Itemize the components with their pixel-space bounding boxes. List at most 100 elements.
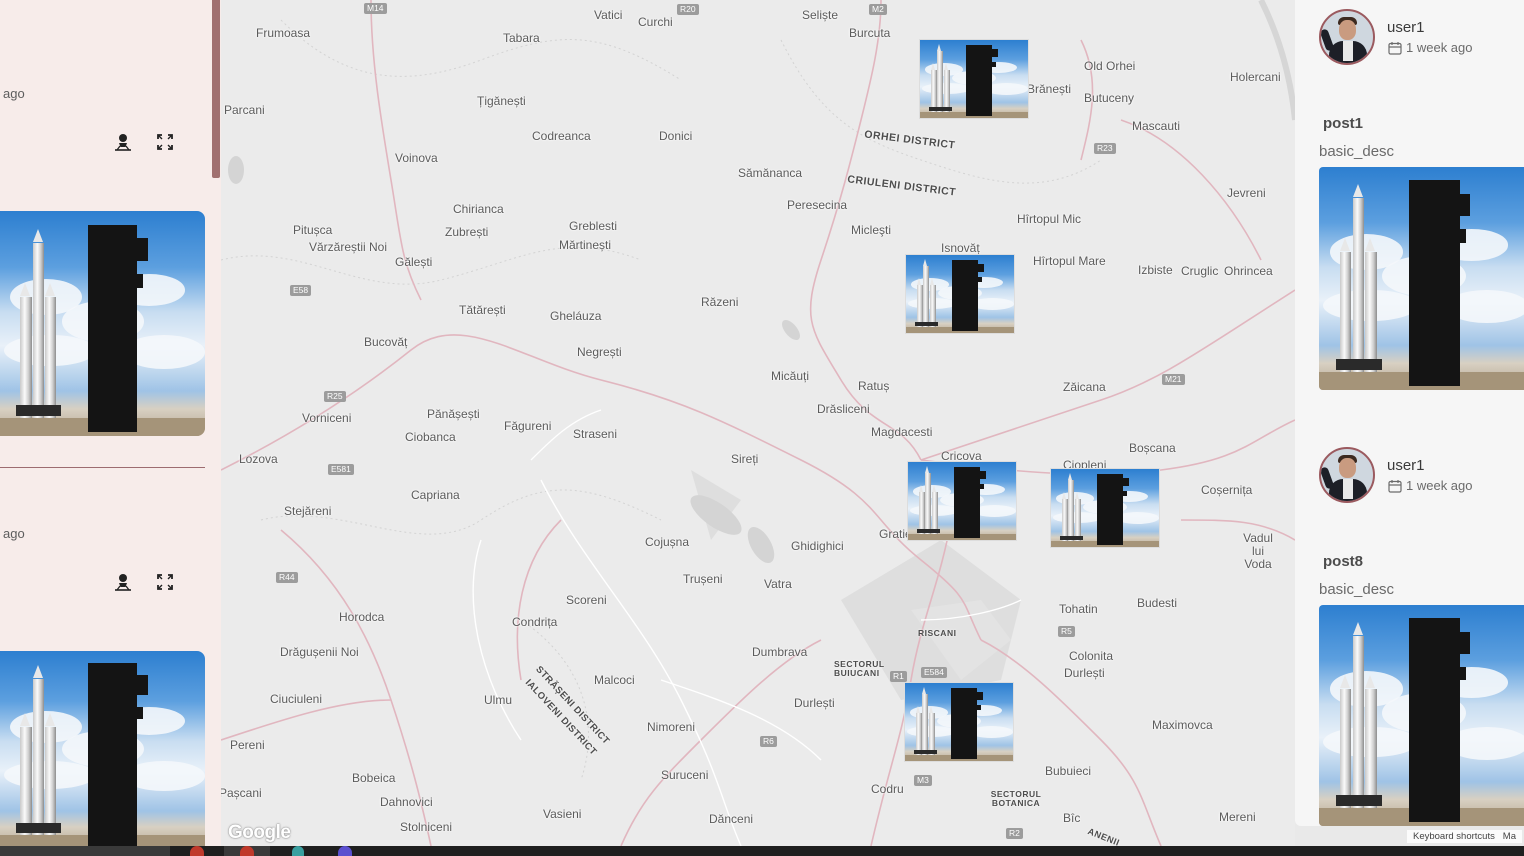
person-pin-icon xyxy=(115,134,131,151)
place-label: Voinova xyxy=(395,151,438,165)
place-label: Mărtinești xyxy=(559,238,612,252)
post-description: basic_desc xyxy=(1319,143,1395,160)
place-label: Scoreni xyxy=(566,593,607,607)
place-label: Straseni xyxy=(573,427,618,441)
map-data-link[interactable]: Ma xyxy=(1503,831,1516,842)
google-logo: Google xyxy=(228,822,291,843)
taskbar-app-icon[interactable] xyxy=(240,846,254,856)
post-image[interactable] xyxy=(0,651,205,846)
place-label: Zubrești xyxy=(445,225,489,239)
calendar-icon xyxy=(1388,479,1402,493)
taskbar-item[interactable] xyxy=(0,846,170,856)
place-label: Pitușca xyxy=(293,223,333,237)
username[interactable]: user1 xyxy=(1387,457,1425,474)
place-label: Durlești xyxy=(794,696,835,710)
photo-marker[interactable] xyxy=(905,254,1015,334)
place-label: Old Orhei xyxy=(1084,59,1136,73)
place-label: Lozova xyxy=(239,452,278,466)
rocket-photo xyxy=(1319,605,1524,826)
right-post-panel[interactable]: user1 1 week ago post1 basic_desc user1 xyxy=(1295,0,1524,826)
place-label: Parcani xyxy=(224,103,265,117)
place-label: Cojușna xyxy=(645,535,690,549)
place-label: Peresecina xyxy=(787,198,848,212)
road-shield: E58 xyxy=(290,285,312,296)
show-on-map-button[interactable] xyxy=(112,571,134,593)
place-label: Donici xyxy=(659,129,693,143)
rocket-photo xyxy=(1051,469,1159,547)
post-image[interactable] xyxy=(0,211,205,436)
taskbar-app-icon[interactable] xyxy=(190,846,204,856)
place-label: Gheláuza xyxy=(550,309,602,323)
show-on-map-button[interactable] xyxy=(112,131,134,153)
app-root: Frumoasa Tabara Vatici Curchi Seliște Bu… xyxy=(0,0,1524,856)
post-date: 1 week ago xyxy=(1388,478,1473,493)
road-shield: M21 xyxy=(1162,374,1185,385)
road-shield: M14 xyxy=(364,3,387,14)
post-title: post8 xyxy=(1323,553,1364,570)
place-label: Ciuciuleni xyxy=(270,692,323,706)
place-label: Gălești xyxy=(395,255,433,269)
place-label: Codreanca xyxy=(532,129,591,143)
rocket-photo xyxy=(920,40,1028,118)
road-shield: R2 xyxy=(1006,828,1023,839)
photo-marker[interactable] xyxy=(919,39,1029,119)
post-card[interactable]: user1 1 week ago post1 basic_desc xyxy=(1295,0,1524,400)
fullscreen-button[interactable] xyxy=(154,571,176,593)
place-label: Tohatin xyxy=(1059,602,1098,616)
district-label: RISCANI xyxy=(918,628,957,638)
place-label: Drăgușenii Noi xyxy=(280,645,359,659)
taskbar-app-icon[interactable] xyxy=(338,846,352,856)
place-label: Izbiste xyxy=(1138,263,1173,277)
place-label: Capriana xyxy=(411,488,460,502)
photo-marker[interactable] xyxy=(1050,468,1160,548)
keyboard-shortcuts-link[interactable]: Keyboard shortcuts xyxy=(1413,831,1495,842)
place-label: Magdacesti xyxy=(871,425,933,439)
place-label: Nimoreni xyxy=(647,720,696,734)
place-label: Mereni xyxy=(1219,810,1256,824)
map-view[interactable]: Frumoasa Tabara Vatici Curchi Seliște Bu… xyxy=(221,0,1295,846)
place-label: Dumbrava xyxy=(752,645,808,659)
place-label: Pănășești xyxy=(427,407,480,421)
photo-marker[interactable] xyxy=(904,682,1014,762)
place-label: Trușeni xyxy=(683,572,723,586)
place-label: Chirianca xyxy=(453,202,504,216)
place-label: Stejăreni xyxy=(284,504,332,518)
username[interactable]: user1 xyxy=(1387,19,1425,36)
road-shield: E584 xyxy=(921,667,947,678)
avatar[interactable] xyxy=(1319,447,1375,503)
road-shield: R5 xyxy=(1058,626,1075,637)
place-label: Pașcani xyxy=(221,786,262,800)
place-label: Frumoasa xyxy=(256,26,311,40)
photo-marker[interactable] xyxy=(907,461,1017,541)
avatar[interactable] xyxy=(1319,9,1375,65)
place-label: Bubuieci xyxy=(1045,764,1092,778)
place-label: Hîrtopul Mic xyxy=(1017,212,1082,226)
post-image[interactable] xyxy=(1319,167,1524,390)
place-label: Tabara xyxy=(503,31,540,45)
road-shield: M2 xyxy=(869,4,887,15)
rocket-photo xyxy=(1319,167,1524,390)
place-label: Vărzăreștii Noi xyxy=(309,240,388,254)
place-label: Coșernița xyxy=(1201,483,1253,497)
road-shield: R23 xyxy=(1094,143,1116,154)
left-post-panel[interactable]: ago ago xyxy=(0,0,221,846)
fullscreen-button[interactable] xyxy=(154,131,176,153)
road-shield: R1 xyxy=(890,671,907,682)
place-label: Cruglic xyxy=(1181,264,1219,278)
place-label: Greblesti xyxy=(569,219,618,233)
road-shield: E581 xyxy=(328,464,354,475)
place-label: Condrița xyxy=(512,615,558,629)
post-title: post1 xyxy=(1323,115,1364,132)
post-image[interactable] xyxy=(1319,605,1524,826)
map-attribution[interactable]: Keyboard shortcuts Ma xyxy=(1407,830,1522,843)
place-label: Făgureni xyxy=(504,419,552,433)
road-shield: R20 xyxy=(677,4,699,15)
place-label: Boșcana xyxy=(1129,441,1176,455)
place-label: Butuceny xyxy=(1084,91,1135,105)
place-label: Negrești xyxy=(577,345,622,359)
post-card[interactable]: user1 1 week ago post8 basic_desc xyxy=(1295,438,1524,826)
place-label: Dănceni xyxy=(709,812,754,826)
scrollbar-thumb[interactable] xyxy=(212,0,220,178)
taskbar-app-icon[interactable] xyxy=(292,846,304,856)
rocket-photo xyxy=(908,462,1016,540)
